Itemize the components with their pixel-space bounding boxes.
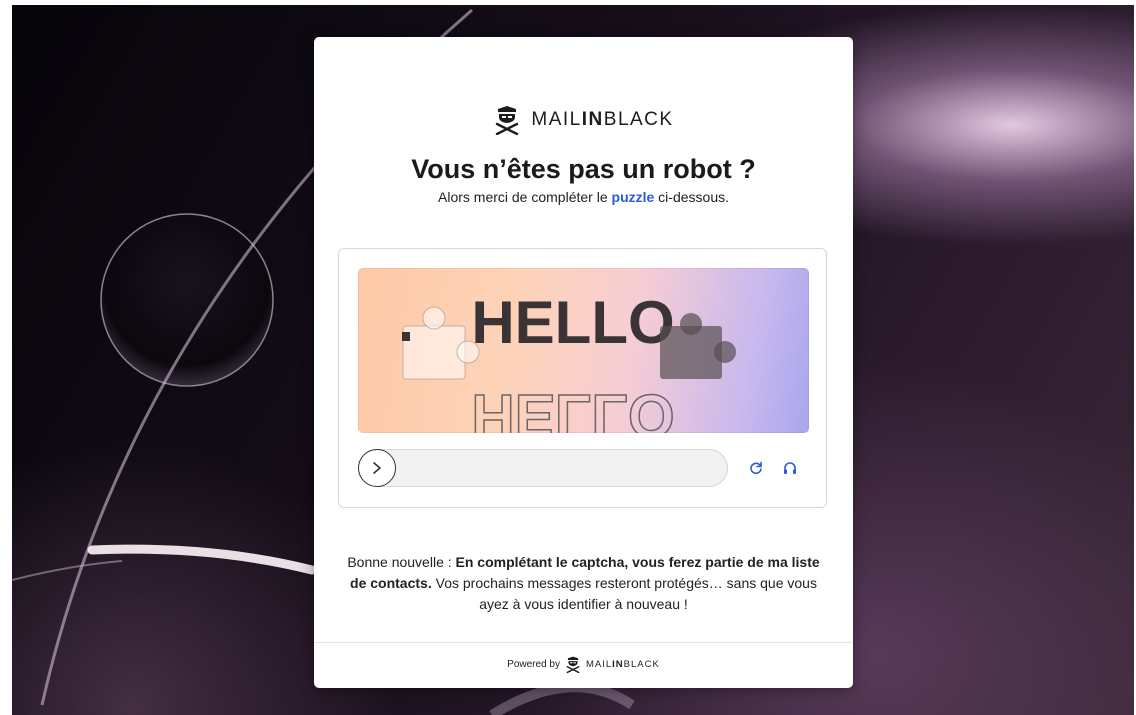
refresh-button[interactable] <box>745 457 767 479</box>
captcha-card: MAILINBLACK Vous n’êtes pas un robot ? A… <box>314 37 853 688</box>
puzzle-piece-draggable <box>402 306 480 380</box>
refresh-icon <box>750 461 762 475</box>
puzzle-image: HELLO HELLO <box>358 268 809 433</box>
slider-handle[interactable] <box>358 449 396 487</box>
powered-by-label: Powered by <box>507 659 560 670</box>
puzzle-highlight: puzzle <box>611 189 655 205</box>
audio-button[interactable] <box>779 457 801 479</box>
page-subtitle: Alors merci de compléter le puzzle ci-de… <box>438 189 729 205</box>
slider-track[interactable] <box>358 449 728 487</box>
page-title: Vous n’êtes pas un robot ? <box>411 154 756 184</box>
footer: Powered by MAILINBLACK <box>314 656 853 673</box>
puzzle-artwork: HELLO HELLO <box>402 289 736 433</box>
headphones-icon <box>784 462 796 474</box>
brand-logo: MAILINBLACK <box>314 105 853 135</box>
mailinblack-mascot-icon <box>566 656 580 673</box>
slider-row <box>358 449 809 487</box>
footer-divider <box>314 642 853 643</box>
mailinblack-mascot-icon <box>496 106 519 135</box>
light-streak-thin <box>12 560 123 581</box>
glass-sphere <box>100 213 274 387</box>
hello-text: HELLO <box>471 289 674 356</box>
chevron-right-icon <box>373 462 381 474</box>
puzzle-edge-mark <box>402 332 410 341</box>
info-message: Bonne nouvelle : En complétant le captch… <box>347 554 820 612</box>
bottom-glow <box>489 682 635 715</box>
footer-brand-name: MAILINBLACK <box>585 659 660 670</box>
captcha-widget: HELLO HELLO <box>338 248 827 508</box>
light-streak <box>87 544 317 575</box>
brand-name: MAILINBLACK <box>531 109 674 130</box>
hello-reflection-text: HELLO <box>471 382 674 433</box>
